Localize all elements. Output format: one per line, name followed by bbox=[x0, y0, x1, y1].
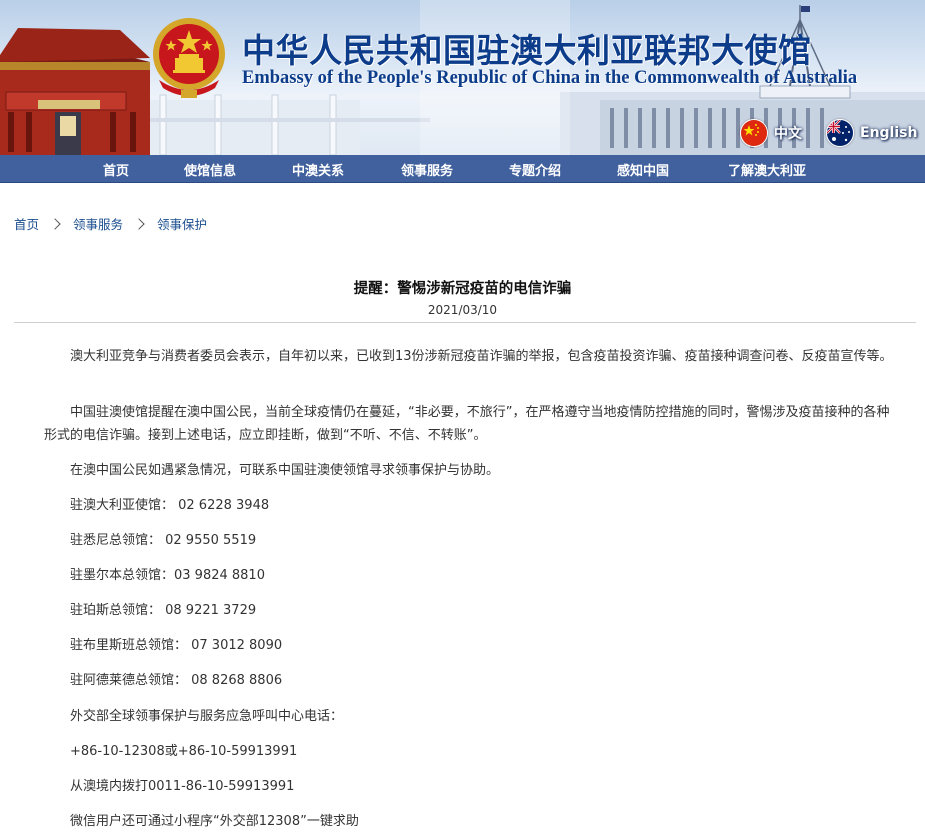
contact-brisbane: 驻布里斯班总领馆： 07 3012 8090 bbox=[70, 638, 283, 653]
site-title-chinese: 中华人民共和国驻澳大利亚联邦大使馆 bbox=[242, 31, 812, 70]
article-paragraph: 在澳中国公民如遇紧急情况，可联系中国驻澳使领馆寻求领事保护与协助。 bbox=[70, 463, 500, 478]
site-title-english: Embassy of the People's Republic of Chin… bbox=[242, 68, 858, 88]
header-banner: 中华人民共和国驻澳大利亚联邦大使馆 Embassy of the People'… bbox=[0, 0, 925, 155]
national-emblem-icon bbox=[153, 18, 225, 98]
hotline-numbers: +86-10-12308或+86-10-59913991 bbox=[70, 744, 298, 759]
nav-item-about-australia[interactable]: 了解澳大利亚 bbox=[728, 160, 806, 179]
contact-embassy: 驻澳大利亚使馆： 02 6228 3948 bbox=[70, 498, 270, 513]
breadcrumb: 首页 领事服务 领事保护 bbox=[14, 214, 207, 233]
chevron-right-icon bbox=[49, 217, 61, 230]
contact-melbourne: 驻墨尔本总领馆：03 9824 8810 bbox=[70, 568, 265, 583]
hotline-australia-dial: 从澳境内拨打0011-86-10-59913991 bbox=[70, 779, 295, 794]
nav-item-special-topics[interactable]: 专题介绍 bbox=[509, 160, 561, 179]
wechat-help: 微信用户还可通过小程序“外交部12308”一键求助 bbox=[70, 814, 359, 829]
article-paragraph: 澳大利亚竞争与消费者委员会表示，自年初以来，已收到13份涉新冠疫苗诈骗的举报，包… bbox=[70, 349, 893, 364]
breadcrumb-consular-protection[interactable]: 领事保护 bbox=[157, 214, 207, 233]
article-title: 提醒：警惕涉新冠疫苗的电信诈骗 bbox=[353, 281, 572, 297]
nav-item-consular-services[interactable]: 领事服务 bbox=[401, 160, 453, 179]
breadcrumb-consular-services[interactable]: 领事服务 bbox=[73, 214, 123, 233]
article-date: 2021/03/10 bbox=[427, 303, 498, 317]
breadcrumb-home[interactable]: 首页 bbox=[14, 214, 39, 233]
nav-item-china-australia-relations[interactable]: 中澳关系 bbox=[292, 160, 344, 179]
chevron-right-icon bbox=[133, 217, 145, 230]
language-chinese-label: 中文 bbox=[774, 126, 802, 142]
language-chinese-button[interactable]: 中文 bbox=[740, 119, 802, 147]
article-paragraph: 中国驻澳使馆提醒在澳中国公民，当前全球疫情仍在蔓延，“非必要，不旅行”，在严格遵… bbox=[44, 405, 890, 443]
contact-adelaide: 驻阿德莱德总领馆： 08 8268 8806 bbox=[70, 673, 283, 688]
nav-item-perceive-china[interactable]: 感知中国 bbox=[617, 160, 669, 179]
language-english-button[interactable]: English bbox=[826, 119, 917, 147]
article-paragraph: 外交部全球领事保护与服务应急呼叫中心电话： bbox=[70, 709, 344, 724]
nav-item-home[interactable]: 首页 bbox=[103, 160, 129, 179]
language-english-label: English bbox=[860, 125, 918, 141]
contact-perth: 驻珀斯总领馆： 08 9221 3729 bbox=[70, 603, 257, 618]
contact-sydney: 驻悉尼总领馆： 02 9550 5519 bbox=[70, 533, 257, 548]
australia-flag-icon bbox=[826, 119, 854, 147]
title-divider bbox=[14, 322, 916, 323]
nav-item-embassy-info[interactable]: 使馆信息 bbox=[184, 160, 236, 179]
china-flag-icon bbox=[740, 119, 768, 147]
